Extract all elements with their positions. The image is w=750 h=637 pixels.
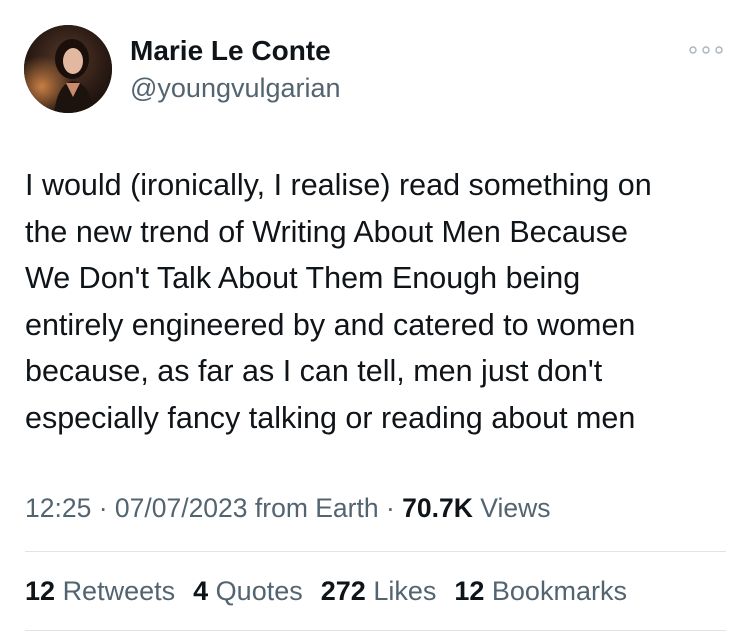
quotes-count: 4 — [193, 576, 209, 606]
author-handle[interactable]: @youngvulgarian — [130, 71, 341, 105]
tweet-text-line: the new trend of Writing About Men Becau… — [25, 214, 629, 249]
retweets-count: 12 — [25, 576, 56, 606]
divider — [25, 630, 726, 631]
likes-count: 272 — [320, 576, 366, 606]
likes-stat[interactable]: 272 Likes — [321, 572, 437, 610]
more-options-button[interactable] — [686, 36, 726, 64]
avatar[interactable] — [24, 25, 112, 113]
retweets-label: Retweets — [62, 576, 176, 606]
tweet-source: from Earth — [247, 493, 379, 523]
tweet-text-line: because, as far as I can tell, men just … — [25, 354, 603, 388]
bookmarks-count: 12 — [454, 576, 485, 606]
bookmarks-label: Bookmarks — [491, 576, 627, 606]
more-dots-icon — [689, 46, 723, 54]
tweet-text: I would (ironically, I realise) read som… — [25, 162, 735, 441]
retweets-stat[interactable]: 12 Retweets — [25, 572, 175, 610]
avatar-image — [24, 25, 112, 113]
views-label: Views — [472, 493, 551, 523]
tweet-meta: 12:25 · 07/07/2023 from Earth · 70.7K Vi… — [25, 490, 550, 526]
quotes-label: Quotes — [215, 576, 303, 606]
tweet-time[interactable]: 12:25 — [25, 493, 91, 523]
quotes-stat[interactable]: 4 Quotes — [193, 572, 303, 610]
tweet-date[interactable]: 07/07/2023 — [115, 493, 248, 523]
tweet-text-line: We Don't Talk About Them Enough being — [25, 261, 581, 295]
author-name[interactable]: Marie Le Conte — [130, 34, 331, 68]
tweet-text-line: especially fancy talking or reading abou… — [25, 400, 636, 435]
meta-separator: · — [378, 493, 403, 523]
meta-separator: · — [91, 493, 115, 523]
engagement-stats: 12 Retweets 4 Quotes 272 Likes 12 Bookma… — [25, 572, 645, 610]
views-count[interactable]: 70.7K — [402, 493, 473, 523]
tweet-text-line: entirely engineered by and catered to wo… — [25, 307, 636, 342]
divider — [25, 551, 726, 552]
tweet-card: Marie Le Conte @youngvulgarian I would (… — [0, 0, 750, 637]
bookmarks-stat[interactable]: 12 Bookmarks — [454, 572, 627, 610]
tweet-text-line: I would (ironically, I realise) read som… — [25, 168, 652, 202]
likes-label: Likes — [373, 576, 437, 606]
